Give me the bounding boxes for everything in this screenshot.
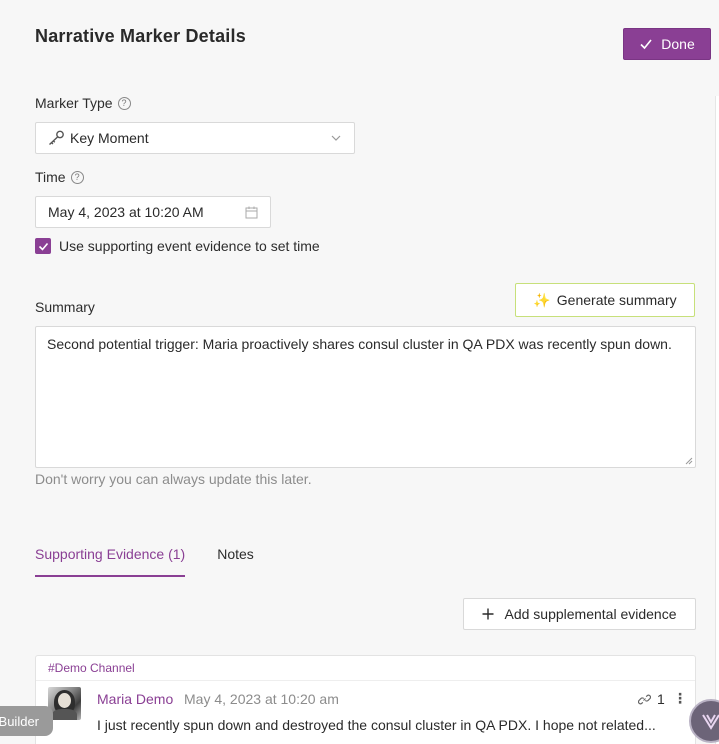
author-name[interactable]: Maria Demo bbox=[97, 691, 173, 707]
summary-label: Summary bbox=[35, 299, 95, 315]
link-count-value: 1 bbox=[657, 691, 665, 707]
summary-hint: Don't worry you can always update this l… bbox=[35, 471, 312, 487]
time-value: May 4, 2023 at 10:20 AM bbox=[48, 204, 204, 220]
message-text: I just recently spun down and destroyed … bbox=[97, 717, 656, 733]
summary-text: Second potential trigger: Maria proactiv… bbox=[47, 336, 672, 352]
chevron-down-icon bbox=[331, 135, 341, 141]
sparkles-icon: ✨ bbox=[533, 291, 551, 308]
done-button[interactable]: Done bbox=[623, 28, 711, 60]
tab-supporting-evidence[interactable]: Supporting Evidence (1) bbox=[35, 546, 186, 577]
builder-toggle[interactable]: Builder bbox=[0, 706, 53, 736]
check-icon bbox=[38, 242, 48, 251]
generate-summary-label: Generate summary bbox=[556, 292, 677, 308]
message-timestamp: May 4, 2023 at 10:20 am bbox=[184, 691, 339, 707]
help-icon[interactable]: ? bbox=[117, 96, 131, 110]
time-picker[interactable]: May 4, 2023 at 10:20 AM bbox=[35, 196, 271, 228]
summary-textarea[interactable]: Second potential trigger: Maria proactiv… bbox=[35, 326, 696, 468]
tab-notes[interactable]: Notes bbox=[217, 546, 254, 574]
link-icon bbox=[638, 694, 651, 704]
channel-name[interactable]: #Demo Channel bbox=[48, 661, 135, 675]
use-evidence-row: Use supporting event evidence to set tim… bbox=[35, 238, 320, 254]
marker-type-value: Key Moment bbox=[70, 130, 149, 146]
more-options-icon[interactable]: ⋮ bbox=[673, 690, 687, 707]
marker-type-select[interactable]: Key Moment bbox=[35, 122, 355, 154]
builder-label: Builder bbox=[0, 713, 39, 729]
help-icon[interactable]: ? bbox=[70, 170, 84, 184]
evidence-tabs: Supporting Evidence (1) Notes bbox=[35, 546, 254, 577]
add-supplemental-evidence-label: Add supplemental evidence bbox=[504, 606, 677, 622]
plus-icon bbox=[482, 608, 494, 620]
brand-logo-icon bbox=[702, 714, 719, 730]
done-button-label: Done bbox=[661, 36, 695, 52]
key-icon bbox=[49, 130, 64, 146]
divider bbox=[36, 680, 695, 681]
use-evidence-checkbox[interactable] bbox=[35, 238, 51, 254]
use-evidence-label: Use supporting event evidence to set tim… bbox=[59, 238, 320, 254]
time-label: Time ? bbox=[35, 169, 84, 185]
check-icon bbox=[640, 39, 652, 50]
marker-type-label: Marker Type ? bbox=[35, 95, 131, 111]
resize-handle-icon[interactable] bbox=[685, 457, 693, 465]
generate-summary-button[interactable]: ✨ Generate summary bbox=[515, 283, 695, 317]
add-supplemental-evidence-button[interactable]: Add supplemental evidence bbox=[463, 598, 696, 630]
link-count[interactable]: 1 bbox=[638, 691, 665, 707]
scrollbar-track[interactable] bbox=[715, 96, 719, 744]
page-title: Narrative Marker Details bbox=[35, 26, 246, 46]
calendar-icon bbox=[245, 206, 258, 218]
evidence-card[interactable]: #Demo Channel Maria Demo May 4, 2023 at … bbox=[35, 655, 696, 744]
